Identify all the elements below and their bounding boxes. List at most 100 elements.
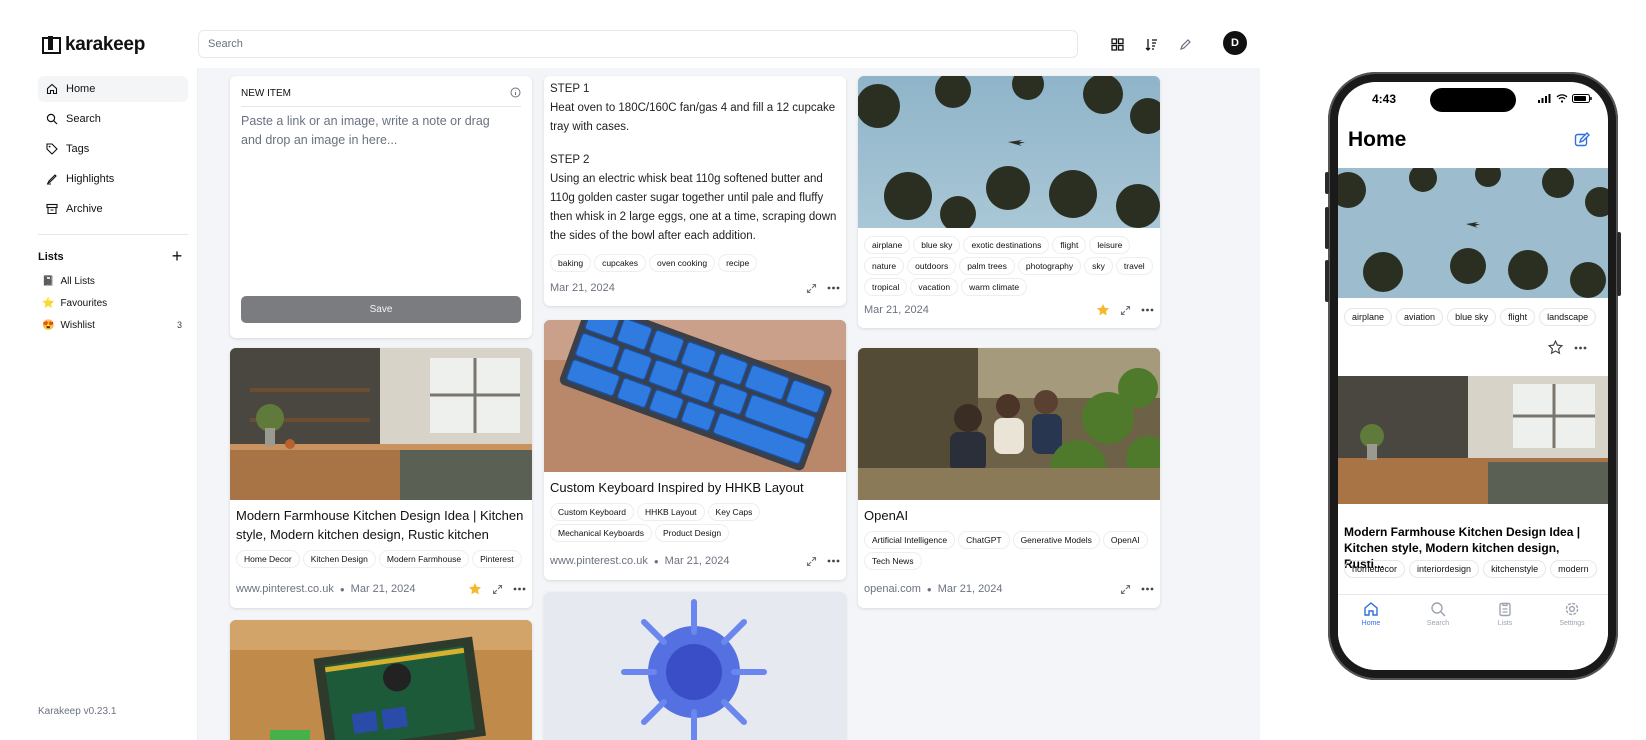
expand-icon[interactable] (806, 556, 817, 567)
expand-icon[interactable] (492, 584, 503, 595)
sidebar-item-home[interactable]: Home (38, 76, 188, 102)
more-options-icon[interactable] (1141, 587, 1154, 591)
note-card[interactable]: STEP 1 Heat oven to 180C/160C fan/gas 4 … (544, 76, 846, 306)
card-image[interactable] (544, 320, 846, 472)
card-image[interactable] (230, 620, 532, 740)
expand-icon[interactable] (1120, 584, 1131, 595)
sidebar-item-highlights[interactable]: Highlights (38, 166, 188, 192)
tag[interactable]: photography (1017, 257, 1082, 275)
palm-trees-card[interactable]: airplane blue sky exotic destinations fl… (858, 76, 1160, 328)
tab-lists[interactable]: Lists (1475, 601, 1535, 627)
tag[interactable]: landscape (1539, 308, 1597, 326)
tag[interactable]: Custom Keyboard (550, 503, 635, 521)
tag[interactable]: baking (550, 254, 592, 272)
tag[interactable]: Key Caps (707, 503, 761, 521)
layout-grid-icon[interactable] (1105, 32, 1129, 56)
tag[interactable]: vacation (910, 278, 959, 296)
user-avatar[interactable]: D (1223, 31, 1247, 55)
more-options-icon[interactable] (827, 559, 840, 563)
more-options-icon[interactable] (1574, 346, 1587, 350)
tag[interactable]: oven cooking (648, 254, 716, 272)
tag[interactable]: outdoors (907, 257, 957, 275)
phone-card-image[interactable] (1338, 376, 1608, 504)
tag[interactable]: travel (1115, 257, 1153, 275)
tag[interactable]: blue sky (913, 236, 961, 254)
tag[interactable]: exotic destinations (963, 236, 1050, 254)
list-item-all-lists[interactable]: 📓 All Lists (42, 271, 188, 291)
app-logo[interactable]: karakeep (42, 34, 145, 56)
tag[interactable]: ChatGPT (958, 531, 1010, 549)
sidebar-item-tags[interactable]: Tags (38, 136, 188, 162)
list-item-wishlist[interactable]: 😍 Wishlist 3 (42, 315, 188, 335)
crystal-card[interactable] (544, 592, 846, 740)
tag[interactable]: palm trees (959, 257, 1015, 275)
save-button[interactable]: Save (241, 296, 521, 323)
tag[interactable]: sky (1084, 257, 1113, 275)
tag[interactable]: homedecor (1344, 560, 1406, 578)
openai-card[interactable]: OpenAI Artificial Intelligence ChatGPT G… (858, 348, 1160, 608)
tag[interactable]: nature (864, 257, 905, 275)
compose-icon[interactable] (1574, 132, 1590, 148)
tag[interactable]: tropical (864, 278, 908, 296)
tag[interactable]: Pinterest (472, 550, 522, 568)
tag[interactable]: Mechanical Keyboards (550, 524, 652, 542)
tag[interactable]: Home Decor (236, 550, 300, 568)
more-options-icon[interactable] (1141, 308, 1154, 312)
card-title[interactable]: Modern Farmhouse Kitchen Design Idea | K… (236, 506, 526, 544)
tag[interactable]: Artificial Intelligence (864, 531, 956, 549)
tag[interactable]: flight (1500, 308, 1536, 326)
tab-home[interactable]: Home (1341, 601, 1401, 627)
list-item-favourites[interactable]: ⭐ Favourites (42, 293, 188, 313)
add-list-button[interactable]: + (168, 247, 186, 266)
tag[interactable]: recipe (718, 254, 758, 272)
tag[interactable]: airplane (864, 236, 911, 254)
sidebar-item-search[interactable]: Search (38, 106, 188, 132)
tag[interactable]: Modern Farmhouse (378, 550, 470, 568)
tag[interactable]: blue sky (1447, 308, 1497, 326)
edit-pencil-icon[interactable] (1173, 32, 1197, 56)
tag[interactable]: Tech News (864, 552, 922, 570)
tag[interactable]: airplane (1344, 308, 1393, 326)
expand-icon[interactable] (806, 283, 817, 294)
expand-icon[interactable] (1120, 305, 1131, 316)
tag[interactable]: Product Design (655, 524, 730, 542)
tag[interactable]: kitchenstyle (1483, 560, 1547, 578)
keyboard-card[interactable]: Custom Keyboard Inspired by HHKB Layout … (544, 320, 846, 580)
tag[interactable]: Generative Models (1012, 531, 1100, 549)
tab-search[interactable]: Search (1408, 601, 1468, 627)
info-icon[interactable] (510, 87, 521, 98)
tag[interactable]: modern (1550, 560, 1597, 578)
tag[interactable]: interiordesign (1409, 560, 1480, 578)
card-image[interactable] (544, 592, 846, 740)
sidebar-item-archive[interactable]: Archive (38, 196, 188, 222)
card-image[interactable] (858, 76, 1160, 228)
tag[interactable]: cupcakes (594, 254, 646, 272)
more-options-icon[interactable] (513, 587, 526, 591)
phone-card-image[interactable] (1338, 168, 1608, 298)
card-source[interactable]: www.pinterest.co.uk (550, 555, 648, 567)
search-input[interactable]: Search (198, 30, 1078, 58)
kitchen-card[interactable]: Modern Farmhouse Kitchen Design Idea | K… (230, 348, 532, 608)
tab-settings[interactable]: Settings (1542, 601, 1602, 627)
sort-icon[interactable] (1139, 32, 1163, 56)
card-image[interactable] (230, 348, 532, 500)
tag[interactable]: leisure (1089, 236, 1131, 254)
star-outline-icon[interactable] (1548, 340, 1563, 355)
tag[interactable]: flight (1052, 236, 1087, 254)
new-item-card[interactable]: NEW ITEM Paste a link or an image, write… (230, 76, 532, 338)
tag[interactable]: Kitchen Design (302, 550, 376, 568)
star-filled-icon[interactable] (1096, 303, 1110, 317)
card-image[interactable] (858, 348, 1160, 500)
card-source[interactable]: www.pinterest.co.uk (236, 583, 334, 595)
tag[interactable]: aviation (1396, 308, 1444, 326)
new-item-textarea[interactable]: Paste a link or an image, write a note o… (241, 112, 511, 150)
tag[interactable]: warm climate (961, 278, 1028, 296)
card-title[interactable]: OpenAI (864, 506, 1154, 525)
card-title[interactable]: Custom Keyboard Inspired by HHKB Layout (550, 478, 840, 497)
more-options-icon[interactable] (827, 286, 840, 290)
tag[interactable]: OpenAI (1102, 531, 1148, 549)
star-filled-icon[interactable] (468, 582, 482, 596)
electronics-card[interactable] (230, 620, 532, 740)
card-source[interactable]: openai.com (864, 583, 921, 595)
tag[interactable]: HHKB Layout (637, 503, 705, 521)
